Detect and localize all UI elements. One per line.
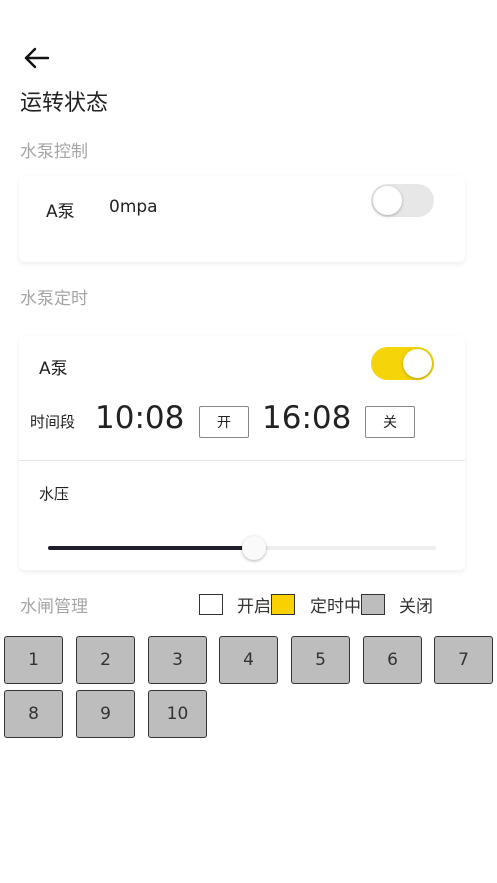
section-label-pump-control: 水泵控制 (20, 142, 88, 162)
toggle-knob (373, 186, 402, 215)
end-time[interactable]: 16:08 (262, 400, 351, 436)
gate-button-7[interactable]: 7 (434, 636, 493, 684)
page-title: 运转状态 (20, 91, 109, 116)
pump-control-toggle[interactable] (371, 184, 434, 217)
pump-timer-card: A泵 时间段 10:08 开 16:08 关 水压 (19, 336, 465, 570)
legend-label-open: 开启 (237, 596, 271, 617)
gate-button-8[interactable]: 8 (4, 690, 63, 738)
divider (19, 460, 465, 461)
gate-button-1[interactable]: 1 (4, 636, 63, 684)
toggle-knob (403, 349, 432, 378)
slider-handle[interactable] (241, 536, 266, 560)
back-arrow-icon[interactable] (22, 44, 52, 72)
start-time[interactable]: 10:08 (95, 400, 184, 436)
gate-button-3[interactable]: 3 (148, 636, 207, 684)
gate-button-6[interactable]: 6 (363, 636, 422, 684)
pump-pressure-value: 0mpa (109, 197, 158, 217)
timer-pump-name: A泵 (39, 359, 68, 379)
gate-button-10[interactable]: 10 (148, 690, 207, 738)
water-pressure-slider[interactable] (48, 536, 436, 560)
legend-swatch-timed (271, 593, 295, 615)
gate-button-9[interactable]: 9 (76, 690, 135, 738)
legend-swatch-closed (361, 593, 385, 615)
start-button[interactable]: 开 (199, 406, 249, 438)
water-pressure-label: 水压 (39, 485, 70, 503)
gate-button-2[interactable]: 2 (76, 636, 135, 684)
gate-legend: 开启 定时中 关闭 (199, 592, 433, 617)
pump-name: A泵 (46, 202, 75, 222)
time-range-label: 时间段 (30, 413, 76, 431)
section-label-pump-timer: 水泵定时 (20, 289, 88, 309)
section-label-gate-management: 水闸管理 (20, 597, 88, 617)
pump-control-card: A泵 0mpa (19, 176, 465, 262)
gate-button-5[interactable]: 5 (291, 636, 350, 684)
pump-timer-toggle[interactable] (371, 347, 434, 380)
legend-label-closed: 关闭 (399, 596, 433, 617)
slider-fill (48, 546, 254, 550)
legend-label-timed: 定时中 (310, 596, 361, 617)
gate-button-4[interactable]: 4 (219, 636, 278, 684)
legend-swatch-open (199, 593, 223, 615)
end-button[interactable]: 关 (365, 406, 415, 438)
